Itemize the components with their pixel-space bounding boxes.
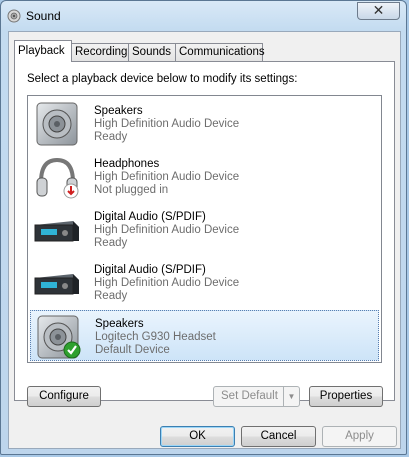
instruction-text: Select a playback device below to modify… — [27, 73, 298, 85]
device-description: High Definition Audio Device — [94, 224, 240, 236]
device-status: Default Device — [95, 344, 170, 356]
device-item[interactable]: Digital Audio (S/PDIF) High Definition A… — [30, 257, 379, 308]
speaker-app-icon — [7, 9, 21, 23]
device-description: High Definition Audio Device — [94, 171, 240, 183]
title-bar[interactable]: Sound ✕ — [1, 1, 406, 31]
device-status: Not plugged in — [94, 184, 169, 196]
device-name: Speakers — [95, 318, 144, 330]
tab-communications[interactable]: Communications — [175, 43, 265, 61]
close-button[interactable]: ✕ — [357, 2, 400, 20]
device-description: Logitech G930 Headset — [95, 331, 216, 343]
device-description: High Definition Audio Device — [94, 118, 240, 130]
device-name: Speakers — [94, 105, 143, 117]
device-item[interactable]: Digital Audio (S/PDIF) High Definition A… — [30, 204, 379, 255]
device-list[interactable]: Speakers High Definition Audio Device Re… — [27, 95, 382, 363]
digital-audio-icon — [34, 274, 79, 295]
close-icon: ✕ — [372, 2, 385, 18]
device-description: High Definition Audio Device — [94, 277, 240, 289]
cancel-button[interactable]: Cancel — [241, 426, 316, 447]
apply-button[interactable]: Apply — [322, 426, 397, 447]
speaker-icon — [36, 102, 78, 146]
device-item[interactable]: Speakers High Definition Audio Device Re… — [30, 98, 379, 149]
tab-recording[interactable]: Recording — [71, 43, 129, 61]
tab-playback[interactable]: Playback — [14, 40, 72, 62]
sound-dialog: Sound ✕ Playback Recording Sounds Commun… — [0, 0, 407, 455]
configure-button[interactable]: Configure — [27, 386, 101, 407]
device-status: Ready — [94, 290, 128, 302]
device-item[interactable]: Headphones High Definition Audio Device … — [30, 151, 379, 202]
tab-sounds[interactable]: Sounds — [128, 43, 176, 61]
device-status: Ready — [94, 131, 128, 143]
properties-button[interactable]: Properties — [309, 386, 383, 407]
ok-button[interactable]: OK — [160, 426, 235, 447]
speaker-icon — [37, 315, 81, 359]
headphones-icon — [36, 157, 79, 199]
set-default-label: Set Default — [221, 390, 278, 402]
device-status: Ready — [94, 237, 128, 249]
device-name: Digital Audio (S/PDIF) — [94, 264, 206, 276]
device-name: Digital Audio (S/PDIF) — [94, 211, 206, 223]
window-title: Sound — [26, 9, 61, 23]
digital-audio-icon — [34, 221, 79, 242]
chevron-down-icon[interactable]: ▼ — [283, 387, 299, 406]
device-name: Headphones — [94, 158, 160, 170]
dialog-body: Playback Recording Sounds Communications… — [8, 31, 401, 449]
set-default-button[interactable]: Set Default ▼ — [213, 386, 300, 407]
device-item[interactable]: Speakers Logitech G930 Headset Default D… — [30, 310, 379, 361]
playback-panel: Select a playback device below to modify… — [14, 61, 395, 407]
